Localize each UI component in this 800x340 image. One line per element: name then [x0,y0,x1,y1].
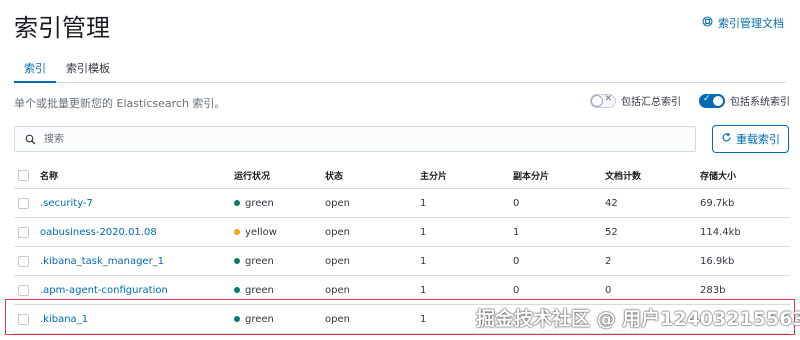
primaries-cell: 1 [420,255,427,267]
system-indices-toggle[interactable]: ✓ 包括系统索引 [699,93,790,108]
system-switch[interactable]: ✓ [699,93,725,108]
docs-count-cell: 52 [605,226,618,238]
column-header-health[interactable]: 运行状况 [234,169,325,182]
switch-knob [591,94,603,107]
health-text: green [245,255,274,267]
status-cell: open [325,255,350,267]
row-select-cell [14,197,40,209]
docs-count-cell: 0 [605,284,612,296]
storage-size-cell: 283b [700,284,726,296]
health-cell: yellow [234,227,325,238]
health-text: green [245,197,274,209]
index-name-cell: .security-7 [40,198,234,209]
health-cell: green [234,285,325,296]
storage-size-cell: 16.9kb [700,255,735,267]
table-row: .apm-agent-configuration green open 1 0 0 283b [14,276,790,305]
primaries-cell: 1 [420,284,427,296]
table-header-row: 名称 运行状况 状态 主分片 副本分片 文档计数 存储大小 [14,162,790,189]
index-name-cell: .kibana_task_manager_1 [40,256,234,267]
column-header-docs-count[interactable]: 文档计数 [605,169,700,182]
search-field[interactable] [14,126,696,152]
replicas-cell: 0 [513,284,520,296]
health-cell: green [234,314,325,325]
docs-link-label: 索引管理文档 [718,17,784,30]
index-name-link[interactable]: oabusiness-2020.01.08 [40,227,157,238]
row-checkbox[interactable] [18,284,29,296]
row-checkbox[interactable] [18,197,29,209]
storage-size-cell: 114.4kb [700,226,741,238]
column-header-replicas[interactable]: 副本分片 [513,169,605,182]
refresh-icon [721,132,732,146]
rollup-switch[interactable]: ✕ [590,93,616,108]
row-checkbox[interactable] [18,313,29,325]
cross-icon: ✕ [604,93,612,104]
health-dot-icon [234,287,240,293]
docs-count-cell: 2 [605,255,612,267]
health-dot-icon [234,229,240,235]
row-checkbox[interactable] [18,226,29,238]
replicas-cell: 1 [513,226,520,238]
index-name-link[interactable]: .apm-agent-configuration [40,285,168,296]
tab-index-templates[interactable]: 索引模板 [56,56,120,81]
health-text: green [245,284,274,296]
index-name-cell: oabusiness-2020.01.08 [40,227,234,238]
docs-icon [702,16,713,30]
status-cell: open [325,226,350,238]
row-select-cell [14,255,40,267]
row-select-cell [14,226,40,238]
status-cell: open [325,284,350,296]
search-icon [15,130,36,149]
switch-knob [712,94,724,107]
column-header-primaries[interactable]: 主分片 [420,169,513,182]
rollup-toggle-label: 包括汇总索引 [621,97,681,108]
reload-button-label: 重载索引 [736,133,780,146]
search-input[interactable] [42,132,686,146]
column-header-status[interactable]: 状态 [325,169,420,182]
health-dot-icon [234,200,240,206]
row-checkbox[interactable] [18,255,29,267]
select-all-checkbox[interactable] [18,169,29,181]
health-dot-icon [234,258,240,264]
table-row: oabusiness-2020.01.08 yellow open 1 1 52 114.4… [14,218,790,247]
index-name-link[interactable]: .kibana_1 [40,314,88,325]
column-header-storage-size[interactable]: 存储大小 [700,169,790,182]
health-cell: green [234,256,325,267]
docs-count-cell: 42 [605,197,618,209]
status-cell: open [325,313,350,325]
health-cell: green [234,198,325,209]
rollup-indices-toggle[interactable]: ✕ 包括汇总索引 [590,93,681,108]
status-cell: open [325,197,350,209]
health-text: yellow [245,226,277,238]
table-row: .kibana_task_manager_1 green open 1 0 2 16.9kb [14,247,790,276]
page-title: 索引管理 [14,14,110,42]
replicas-cell: 0 [513,255,520,267]
row-select-cell [14,313,40,325]
health-dot-icon [234,316,240,322]
system-toggle-label: 包括系统索引 [730,97,790,108]
index-name-cell: .apm-agent-configuration [40,285,234,296]
index-name-link[interactable]: .kibana_task_manager_1 [40,256,164,267]
index-name-link[interactable]: .security-7 [40,198,93,209]
tab-indices[interactable]: 索引 [14,56,56,83]
reload-indices-button[interactable]: 重载索引 [712,125,789,153]
docs-link[interactable]: 索引管理文档 [702,15,784,31]
replicas-cell: 0 [513,197,520,209]
health-text: green [245,313,274,325]
primaries-cell: 1 [420,226,427,238]
row-select-cell [14,284,40,296]
select-all-cell [14,169,40,181]
check-icon: ✓ [703,93,711,104]
page-description: 单个或批量更新您的 Elasticsearch 索引。 [14,97,226,110]
column-header-name[interactable]: 名称 [40,169,234,182]
watermark: 掘金技术社区 @ 用户1240321556396 [476,308,800,330]
table-row: .security-7 green open 1 0 42 69.7kb [14,189,790,218]
index-name-cell: .kibana_1 [40,314,234,325]
primaries-cell: 1 [420,197,427,209]
tab-bar: 索引 索引模板 [14,56,786,83]
storage-size-cell: 69.7kb [700,197,735,209]
